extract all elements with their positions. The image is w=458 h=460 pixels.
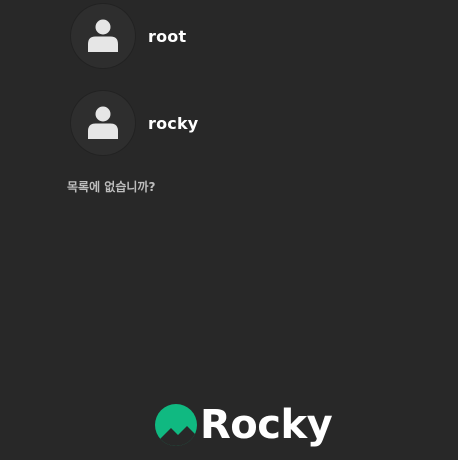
logo-text: Rocky <box>200 402 333 448</box>
rocky-mountain-icon <box>155 404 197 446</box>
not-listed-link[interactable]: 목록에 없습니까? <box>67 178 155 195</box>
avatar <box>71 91 135 155</box>
avatar <box>71 4 135 68</box>
user-list-item-root[interactable]: root <box>71 4 186 68</box>
user-icon <box>88 19 118 52</box>
user-list-item-rocky[interactable]: rocky <box>71 91 198 155</box>
user-icon <box>88 106 118 139</box>
rocky-logo: Rocky <box>154 402 333 448</box>
user-name: rocky <box>148 113 199 133</box>
user-name: root <box>148 26 187 46</box>
